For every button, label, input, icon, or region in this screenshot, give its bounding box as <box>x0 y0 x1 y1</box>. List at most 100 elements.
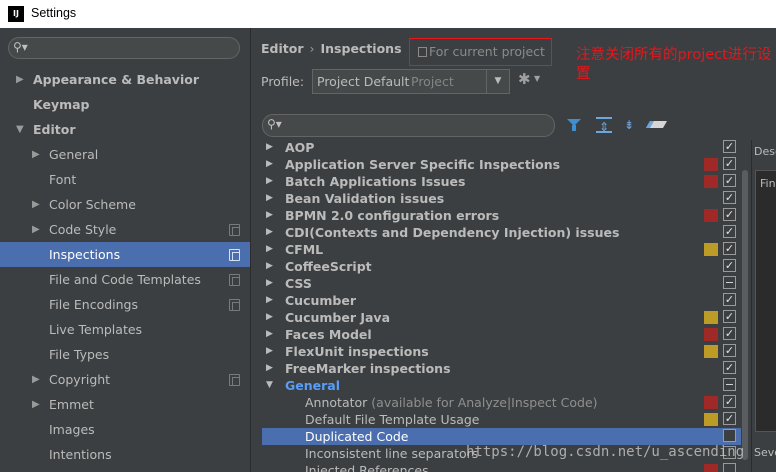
profile-select[interactable]: Project Default Project ▼ <box>312 69 510 94</box>
inspection-group[interactable]: ▶ FreeMarker inspections ✓ <box>262 360 742 377</box>
sidebar-item-emmet[interactable]: ▶ Emmet <box>0 392 250 417</box>
collapsed-arrow-icon[interactable]: ▶ <box>266 173 273 190</box>
expanded-arrow-icon[interactable]: ▼ <box>266 377 273 394</box>
inspection-group[interactable]: ▶ Cucumber Java ✓ <box>262 309 742 326</box>
collapsed-arrow-icon[interactable]: ▶ <box>266 224 273 241</box>
sidebar-item-intentions[interactable]: Intentions <box>0 442 250 467</box>
collapsed-arrow-icon[interactable]: ▶ <box>32 142 40 167</box>
enable-checkbox[interactable]: ✓ <box>723 344 736 357</box>
sidebar-item-editor[interactable]: ▼ Editor <box>0 117 250 142</box>
collapsed-arrow-icon[interactable]: ▶ <box>266 309 273 326</box>
sidebar-item-file-types[interactable]: File Types <box>0 342 250 367</box>
enable-checkbox[interactable] <box>723 463 736 472</box>
inspection-group[interactable]: ▶ CDI(Contexts and Dependency Injection) … <box>262 224 742 241</box>
expand-all-icon[interactable]: ⇕ <box>596 117 612 134</box>
collapsed-arrow-icon[interactable]: ▶ <box>266 241 273 258</box>
inspection-group[interactable]: ▶ FlexUnit inspections ✓ <box>262 343 742 360</box>
inspection-group[interactable]: ▶ Bean Validation issues ✓ <box>262 190 742 207</box>
enable-checkbox[interactable]: ✓ <box>723 208 736 221</box>
enable-checkbox[interactable]: ✓ <box>723 259 736 272</box>
collapsed-arrow-icon[interactable]: ▶ <box>266 275 273 292</box>
collapsed-arrow-icon[interactable]: ▶ <box>266 140 273 156</box>
sidebar-item-appearance-behavior[interactable]: ▶ Appearance & Behavior <box>0 67 250 92</box>
reset-eraser-icon[interactable] <box>647 117 663 133</box>
gear-menu-caret-icon[interactable]: ▼ <box>534 74 540 83</box>
inspection-group[interactable]: ▶ CSS <box>262 275 742 292</box>
sidebar-item-file-and-code-templates[interactable]: File and Code Templates <box>0 267 250 292</box>
collapse-all-icon[interactable]: ⇟ <box>621 117 637 133</box>
inspection-group[interactable]: ▶ Application Server Specific Inspections… <box>262 156 742 173</box>
enable-checkbox[interactable] <box>723 276 736 289</box>
collapsed-arrow-icon[interactable]: ▶ <box>32 392 40 417</box>
sidebar-item-code-style[interactable]: ▶ Code Style <box>0 217 250 242</box>
enable-checkbox[interactable]: ✓ <box>723 361 736 374</box>
sidebar-item-font[interactable]: Font <box>0 167 250 192</box>
inspection-group[interactable]: ▶ CoffeeScript ✓ <box>262 258 742 275</box>
enable-checkbox[interactable] <box>723 429 736 442</box>
enable-checkbox[interactable]: ✓ <box>723 174 736 187</box>
enable-checkbox[interactable]: ✓ <box>723 140 736 153</box>
inspection-group[interactable]: ▶ AOP ✓ <box>262 140 742 156</box>
filter-icon[interactable] <box>566 117 582 133</box>
collapsed-arrow-icon[interactable]: ▶ <box>32 217 40 242</box>
breadcrumb-parent[interactable]: Editor <box>261 41 304 56</box>
inspection-group[interactable]: ▶ Cucumber ✓ <box>262 292 742 309</box>
enable-checkbox[interactable]: ✓ <box>723 395 736 408</box>
project-scope-icon <box>229 274 240 286</box>
inspections-tree: ▶ AOP ✓ ▶ Application Server Specific Inspec… <box>262 140 742 472</box>
sidebar-item-inspections[interactable]: Inspections <box>0 242 250 267</box>
gear-icon[interactable]: ✱ <box>518 70 531 88</box>
enable-checkbox[interactable]: ✓ <box>723 293 736 306</box>
tree-scrollbar[interactable] <box>741 140 749 472</box>
inspection-group[interactable]: ▶ CFML ✓ <box>262 241 742 258</box>
sidebar-item-live-templates[interactable]: Live Templates <box>0 317 250 342</box>
chevron-down-icon[interactable]: ▼ <box>486 70 509 93</box>
inspection-item[interactable]: Default File Template Usage ✓ <box>262 411 742 428</box>
enable-checkbox[interactable]: ✓ <box>723 191 736 204</box>
inspection-name-text: CDI(Contexts and Dependency Injection) i… <box>285 225 620 240</box>
inspection-search-input[interactable]: ⚲▾ <box>262 114 555 137</box>
sidebar-item-file-encodings[interactable]: File Encodings <box>0 292 250 317</box>
sidebar-item-label: File Encodings <box>49 297 139 312</box>
sidebar-item-images[interactable]: Images <box>0 417 250 442</box>
collapsed-arrow-icon[interactable]: ▶ <box>266 207 273 224</box>
scrollbar-thumb[interactable] <box>742 170 748 460</box>
enable-checkbox[interactable]: ✓ <box>723 310 736 323</box>
collapsed-arrow-icon[interactable]: ▶ <box>266 292 273 309</box>
collapsed-arrow-icon[interactable]: ▶ <box>266 190 273 207</box>
sidebar-item-keymap[interactable]: Keymap <box>0 92 250 117</box>
inspection-name-text: BPMN 2.0 configuration errors <box>285 208 500 223</box>
inspection-group[interactable]: ▶ Faces Model ✓ <box>262 326 742 343</box>
sidebar-item-copyright[interactable]: ▶ Copyright <box>0 367 250 392</box>
annotation-note: 注意关闭所有的project进行设置 <box>576 47 772 82</box>
enable-checkbox[interactable]: ✓ <box>723 242 736 255</box>
settings-search-input[interactable]: ⚲▾ <box>8 37 240 59</box>
collapsed-arrow-icon[interactable]: ▶ <box>266 258 273 275</box>
collapsed-arrow-icon[interactable]: ▶ <box>266 360 273 377</box>
sidebar-item-label: Emmet <box>49 397 94 412</box>
collapsed-arrow-icon[interactable]: ▶ <box>266 156 273 173</box>
collapsed-arrow-icon[interactable]: ▶ <box>32 367 40 392</box>
inspection-group[interactable]: ▼ General <box>262 377 742 394</box>
inspection-group[interactable]: ▶ BPMN 2.0 configuration errors ✓ <box>262 207 742 224</box>
collapsed-arrow-icon[interactable]: ▶ <box>32 192 40 217</box>
inspection-group[interactable]: ▶ Batch Applications Issues ✓ <box>262 173 742 190</box>
inspection-item[interactable]: Duplicated Code <box>262 428 742 445</box>
expanded-arrow-icon[interactable]: ▼ <box>16 117 24 142</box>
collapsed-arrow-icon[interactable]: ▶ <box>266 326 273 343</box>
enable-checkbox[interactable]: ✓ <box>723 412 736 425</box>
inspection-item[interactable]: Injected References <box>262 462 742 472</box>
inspection-name: FreeMarker inspections <box>285 360 451 377</box>
inspection-name: Cucumber <box>285 292 356 309</box>
enable-checkbox[interactable]: ✓ <box>723 327 736 340</box>
enable-checkbox[interactable] <box>723 378 736 391</box>
sidebar-item-color-scheme[interactable]: ▶ Color Scheme <box>0 192 250 217</box>
inspection-name-text: Cucumber <box>285 293 356 308</box>
collapsed-arrow-icon[interactable]: ▶ <box>266 343 273 360</box>
inspection-item[interactable]: Annotator (available for Analyze|Inspect… <box>262 394 742 411</box>
sidebar-item-label: Appearance & Behavior <box>33 72 199 87</box>
enable-checkbox[interactable]: ✓ <box>723 225 736 238</box>
collapsed-arrow-icon[interactable]: ▶ <box>16 67 24 92</box>
enable-checkbox[interactable]: ✓ <box>723 157 736 170</box>
sidebar-item-general[interactable]: ▶ General <box>0 142 250 167</box>
